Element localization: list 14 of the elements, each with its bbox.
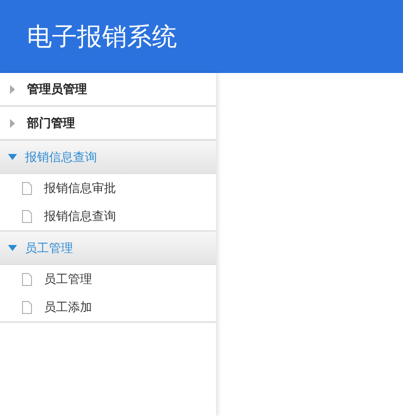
caret-right-icon — [10, 84, 15, 94]
menu-group[interactable]: 管理员管理 — [0, 73, 216, 107]
menu-item[interactable]: 员工管理 — [44, 270, 92, 288]
caret-down-icon — [8, 154, 17, 160]
menu-item[interactable]: 报销信息审批 — [44, 179, 116, 197]
app-title: 电子报销系统 — [27, 20, 177, 53]
menu-item[interactable]: 报销信息查询 — [44, 207, 116, 225]
document-icon — [22, 182, 32, 194]
menu-item[interactable]: 员工添加 — [44, 298, 92, 316]
caret-down-icon — [8, 245, 17, 251]
document-icon — [22, 300, 32, 314]
document-icon — [22, 272, 32, 286]
document-icon — [22, 210, 32, 222]
caret-right-icon — [10, 118, 15, 128]
